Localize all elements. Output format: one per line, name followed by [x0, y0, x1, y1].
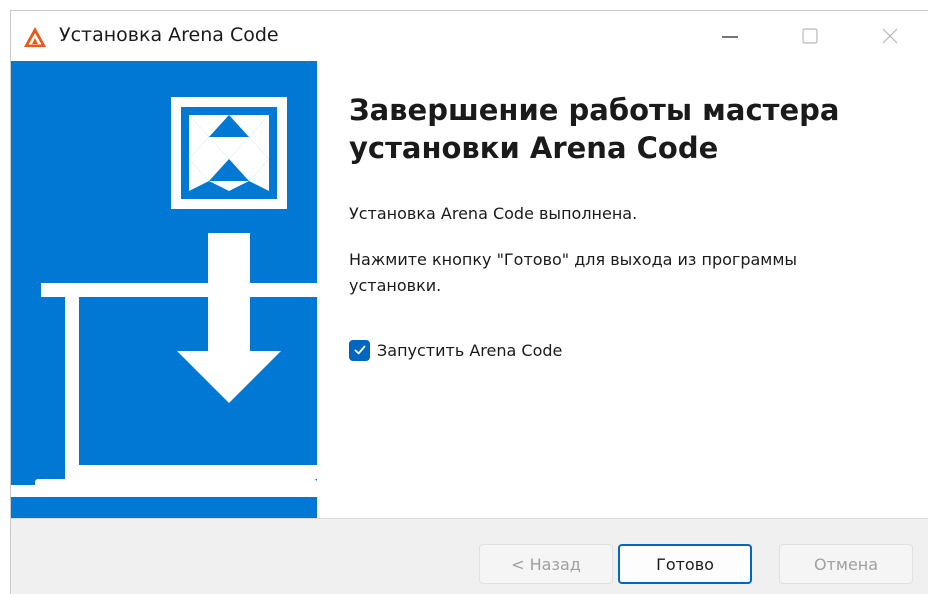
installer-window: Установка Arena Code Завершение работы м… — [10, 10, 928, 594]
close-icon — [882, 28, 898, 44]
title-bar[interactable]: Установка Arena Code — [11, 11, 928, 61]
maximize-icon — [802, 28, 818, 44]
page-title: Завершение работы мастера установки Aren… — [349, 93, 840, 165]
wizard-sidebar — [11, 61, 317, 518]
arena-logo-icon — [24, 27, 46, 47]
wizard-footer: < Назад Готово Отмена — [11, 518, 928, 594]
back-button[interactable]: < Назад — [479, 544, 613, 584]
install-illustration-icon — [11, 97, 317, 497]
cancel-button[interactable]: Отмена — [779, 544, 913, 584]
wizard-content: Завершение работы мастера установки Aren… — [317, 61, 928, 518]
checkmark-icon — [354, 345, 365, 355]
instruction-message: Нажмите кнопку "Готово" для выхода из пр… — [349, 250, 798, 295]
maximize-button[interactable] — [775, 11, 845, 61]
window-title: Установка Arena Code — [59, 24, 279, 46]
launch-app-checkbox[interactable]: Запустить Arena Code — [349, 337, 562, 363]
completion-message: Установка Arena Code выполнена. — [349, 204, 638, 223]
minimize-icon — [722, 36, 738, 38]
checkbox-box[interactable] — [349, 339, 370, 361]
close-button[interactable] — [855, 11, 925, 61]
finish-button[interactable]: Готово — [618, 544, 752, 584]
minimize-button[interactable] — [695, 11, 765, 61]
launch-app-label[interactable]: Запустить Arena Code — [377, 341, 562, 360]
